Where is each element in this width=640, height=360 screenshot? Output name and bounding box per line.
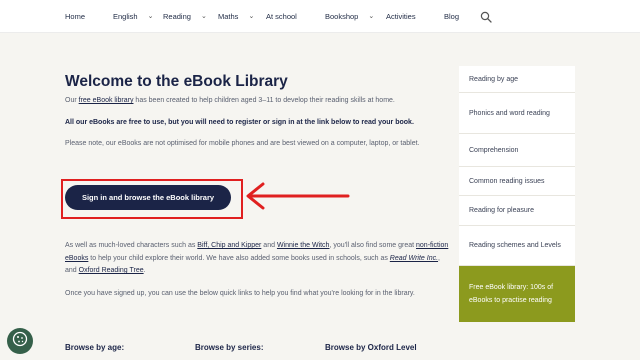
characters-paragraph: As well as much-loved characters such as… — [65, 240, 450, 278]
nav-item-home[interactable]: Home — [65, 12, 85, 21]
biff-chip-kipper-link[interactable]: Biff, Chip and Kipper — [197, 242, 261, 249]
characters-text: . — [143, 267, 146, 274]
chevron-down-icon: ⌄ — [368, 13, 375, 20]
characters-text: As well as much-loved characters such as — [65, 242, 198, 249]
cta-highlight-frame: Sign in and browse the eBook library — [61, 179, 243, 219]
sidebar-item-free-ebook-library[interactable]: Free eBook library: 100s of eBooks to pr… — [459, 266, 575, 322]
sidebar-item-phonics[interactable]: Phonics and word reading — [459, 93, 575, 134]
search-icon[interactable] — [480, 10, 492, 23]
nav-item-label: Reading — [163, 12, 191, 21]
cookie-settings-button[interactable] — [7, 328, 33, 354]
red-arrow-annotation — [246, 182, 350, 210]
winnie-the-witch-link[interactable]: Winnie the Witch — [277, 242, 330, 249]
quicklinks-paragraph: Once you have signed up, you can use the… — [65, 290, 415, 297]
nav-item-bookshop[interactable]: Bookshop ⌄ — [325, 12, 374, 21]
nav-item-label: At school — [266, 12, 297, 21]
characters-text: and — [261, 242, 277, 249]
nav-item-label: Blog — [444, 12, 460, 21]
intro-text: has been created to help children aged 3… — [133, 97, 395, 104]
sidebar-item-reading-for-pleasure[interactable]: Reading for pleasure — [459, 196, 575, 226]
read-write-inc-link[interactable]: Read Write Inc. — [390, 255, 438, 262]
sidebar-item-reading-schemes[interactable]: Reading schemes and Levels — [459, 226, 575, 266]
chevron-down-icon: ⌄ — [200, 13, 207, 20]
nav-item-label: Bookshop — [325, 12, 359, 21]
browse-by-series-heading: Browse by series: — [195, 343, 264, 352]
nav-item-label: Maths — [218, 12, 239, 21]
chevron-down-icon: ⌄ — [248, 13, 255, 20]
nav-item-maths[interactable]: Maths ⌄ — [218, 12, 254, 21]
nav-item-label: Home — [65, 12, 86, 21]
cookie-icon — [12, 331, 28, 352]
sidebar-item-comprehension[interactable]: Comprehension — [459, 134, 575, 167]
characters-text: to help your child explore their world. … — [88, 254, 390, 262]
top-navigation: Home English ⌄ Reading ⌄ Maths ⌄ At school … — [0, 0, 640, 33]
nav-item-reading[interactable]: Reading ⌄ — [163, 12, 207, 21]
sign-in-browse-button[interactable]: Sign in and browse the eBook library — [65, 185, 231, 210]
intro-text: Our — [65, 97, 79, 104]
chevron-down-icon: ⌄ — [147, 13, 154, 20]
oxford-reading-tree-link[interactable]: Oxford Reading Tree — [79, 267, 144, 274]
sidebar-item-common-reading-issues[interactable]: Common reading issues — [459, 167, 575, 196]
nav-item-activities[interactable]: Activities — [386, 12, 416, 21]
intro-paragraph: Our free eBook library has been created … — [65, 95, 450, 108]
nav-item-label: Activities — [386, 12, 416, 21]
nav-item-at-school[interactable]: At school — [266, 12, 297, 21]
nav-item-blog[interactable]: Blog — [444, 12, 459, 21]
browse-by-oxford-level-heading: Browse by Oxford Level — [325, 343, 417, 352]
register-notice: All our eBooks are free to use, but you … — [65, 119, 414, 126]
nav-item-label: English — [113, 12, 138, 21]
mobile-note: Please note, our eBooks are not optimise… — [65, 140, 420, 147]
sidebar-item-reading-by-age[interactable]: Reading by age — [459, 66, 575, 93]
page-title: Welcome to the eBook Library — [65, 73, 288, 90]
characters-text: , you'll also find some great — [329, 242, 417, 249]
free-ebook-library-link[interactable]: free eBook library — [79, 97, 134, 104]
browse-by-age-heading: Browse by age: — [65, 343, 125, 352]
nav-item-english[interactable]: English ⌄ — [113, 12, 153, 21]
